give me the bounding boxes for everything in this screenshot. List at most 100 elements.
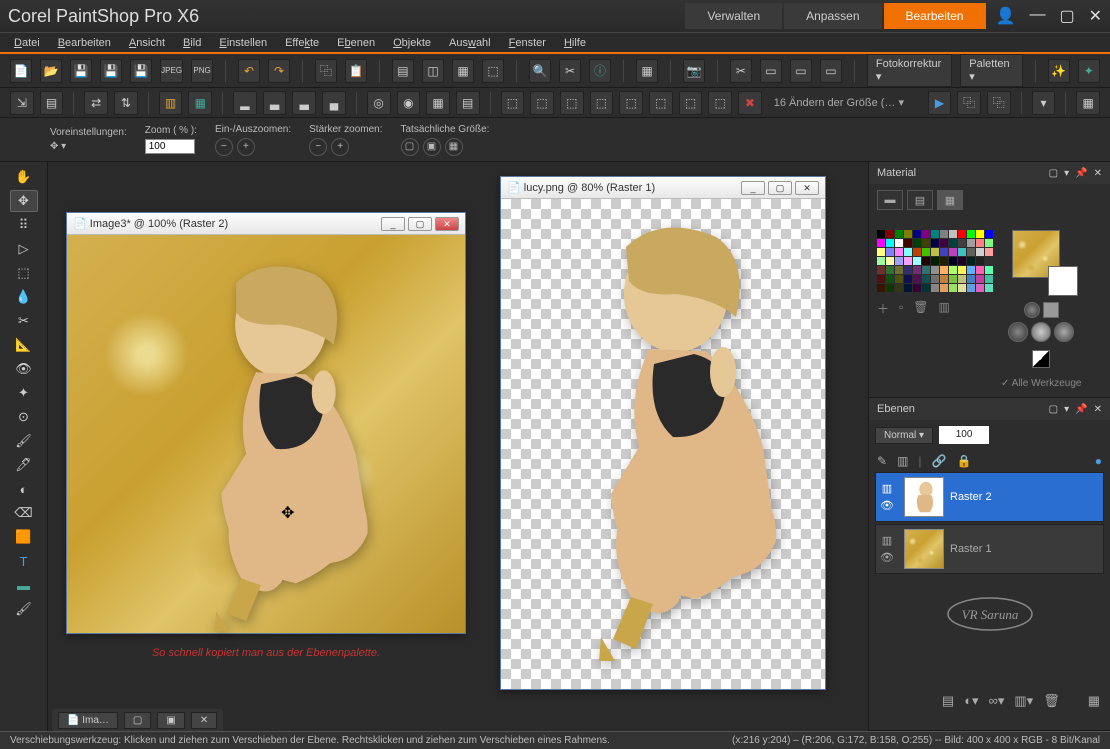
palette-color[interactable] (904, 239, 912, 247)
export-icon[interactable]: ⇲ (10, 91, 34, 115)
palette-color[interactable] (913, 248, 921, 256)
resize-icon[interactable]: ◫ (422, 59, 444, 83)
saveas-icon[interactable]: 💾 (100, 59, 122, 83)
palette-color[interactable] (886, 257, 894, 265)
sel-remove-icon[interactable]: ⬚ (679, 91, 703, 115)
palette-color[interactable] (913, 257, 921, 265)
hist3-icon[interactable]: ▃ (292, 91, 316, 115)
fit-window-button[interactable]: ▣ (423, 138, 441, 156)
palette-color[interactable] (949, 248, 957, 256)
palette-color[interactable] (949, 284, 957, 292)
copy-icon[interactable]: ⿻ (315, 59, 337, 83)
layer-row-raster2[interactable]: ▥👁 Raster 2 (875, 472, 1104, 522)
minimize-icon[interactable]: — (1029, 6, 1045, 26)
rgb-icon[interactable]: ▦ (426, 91, 450, 115)
close-icon[interactable]: ✕ (1089, 6, 1102, 26)
palette-color[interactable] (949, 257, 957, 265)
palette-color[interactable] (886, 248, 894, 256)
text-tool[interactable]: T (10, 550, 38, 572)
palette-color[interactable] (913, 239, 921, 247)
palette-color[interactable] (967, 239, 975, 247)
dropper-tool[interactable]: 💧 (10, 286, 38, 308)
layer-new-icon[interactable]: ▤ (942, 693, 954, 709)
layer-copy-icon[interactable]: ▭ (760, 59, 782, 83)
palette-color[interactable] (967, 230, 975, 238)
palette-color[interactable] (922, 284, 930, 292)
palette-color[interactable] (922, 239, 930, 247)
palette-color[interactable] (967, 248, 975, 256)
sel-smooth-icon[interactable]: ⬚ (649, 91, 673, 115)
sel-grow-icon[interactable]: ⬚ (530, 91, 554, 115)
ebenen-dropdown-icon[interactable]: ▾ (1064, 404, 1069, 415)
palette-color[interactable] (940, 239, 948, 247)
menu-ansicht[interactable]: Ansicht (129, 37, 165, 49)
doc-tab-restore[interactable]: ▢ (124, 712, 151, 729)
menu-einstellen[interactable]: Einstellen (219, 37, 267, 49)
visibility-icon[interactable]: 👁 (880, 551, 894, 564)
palette-color[interactable] (877, 239, 885, 247)
style-gradient-icon[interactable] (1043, 302, 1059, 318)
cut-icon[interactable]: ✂ (730, 59, 752, 83)
palette-color[interactable] (886, 266, 894, 274)
sel-invert-icon[interactable]: ⬚ (590, 91, 614, 115)
blend-mode-dropdown[interactable]: Normal ▾ (875, 427, 933, 444)
doc-tab-1[interactable]: 📄 Ima… (58, 712, 118, 729)
opacity-field[interactable]: 100 (939, 426, 989, 444)
palette-color[interactable] (976, 239, 984, 247)
doc-tab-max[interactable]: ▣ (157, 712, 184, 729)
layer-trash-icon[interactable]: 🗑 (1043, 693, 1060, 709)
palette-color[interactable] (931, 275, 939, 283)
palette-color[interactable] (904, 248, 912, 256)
palette-color[interactable] (877, 257, 885, 265)
doc2-maximize[interactable]: ▢ (768, 181, 792, 195)
hist2-icon[interactable]: ▃ (263, 91, 287, 115)
texture-1-icon[interactable] (1008, 322, 1028, 342)
layer-fx-icon[interactable]: ● (1095, 454, 1102, 468)
eraser-tool[interactable]: ⌫ (10, 502, 38, 524)
layer-dupe-icon[interactable]: ▭ (790, 59, 812, 83)
palette-color[interactable] (931, 230, 939, 238)
material-tab-2[interactable]: ▤ (907, 190, 933, 210)
doc2-close[interactable]: ✕ (795, 181, 819, 195)
palette-color[interactable] (895, 284, 903, 292)
layer-group-icon[interactable]: ▥▾ (1014, 693, 1033, 709)
menu-bild[interactable]: Bild (183, 37, 201, 49)
preset-button[interactable]: ✥ ▾ (50, 141, 78, 152)
palette-color[interactable] (904, 266, 912, 274)
layer-mask-icon[interactable]: ▥ (897, 454, 908, 468)
layers-icon[interactable]: ▤ (392, 59, 414, 83)
palette-color[interactable] (895, 266, 903, 274)
palette-color[interactable] (985, 230, 993, 238)
maximize-icon[interactable]: ▢ (1059, 6, 1074, 26)
checkbox-icon[interactable]: ✓ (1001, 378, 1009, 389)
grid-icon[interactable]: ▦ (636, 59, 658, 83)
palette-color[interactable] (958, 257, 966, 265)
dup-icon[interactable]: ⿻ (957, 91, 981, 115)
airbrush-tool[interactable]: 🖊 (10, 454, 38, 476)
doc2-minimize[interactable]: _ (741, 181, 765, 195)
lighten-tool[interactable]: ◐ (10, 478, 38, 500)
style-solid-icon[interactable] (1024, 302, 1040, 318)
palette-color[interactable] (949, 230, 957, 238)
move-tool[interactable]: ✥ (10, 190, 38, 212)
palette-color[interactable] (922, 248, 930, 256)
texture-3-icon[interactable] (1054, 322, 1074, 342)
palette-color[interactable] (895, 239, 903, 247)
shape-tool[interactable]: ▬ (10, 574, 38, 596)
zoom-in-button[interactable]: + (237, 138, 255, 156)
ebenen-pin-icon[interactable]: 📌 (1075, 404, 1087, 415)
panel-close-icon[interactable]: ✕ (1094, 168, 1102, 179)
palette-color[interactable] (904, 257, 912, 265)
palette-color[interactable] (976, 230, 984, 238)
clone-tool[interactable]: ⊙ (10, 406, 38, 428)
doc1-close[interactable]: ✕ (435, 217, 459, 231)
palette-color[interactable] (958, 284, 966, 292)
new-layer-icon[interactable]: ✎ (877, 454, 887, 468)
redo-icon[interactable]: ↷ (268, 59, 290, 83)
play-icon[interactable]: ▶ (928, 91, 952, 115)
document-window-2[interactable]: 📄 lucy.png @ 80% (Raster 1) _ ▢ ✕ (500, 176, 826, 690)
palette-color[interactable] (886, 230, 894, 238)
zoom-out-button[interactable]: − (215, 138, 233, 156)
palette-color[interactable] (886, 284, 894, 292)
drop-icon[interactable]: ▾ (1032, 91, 1056, 115)
